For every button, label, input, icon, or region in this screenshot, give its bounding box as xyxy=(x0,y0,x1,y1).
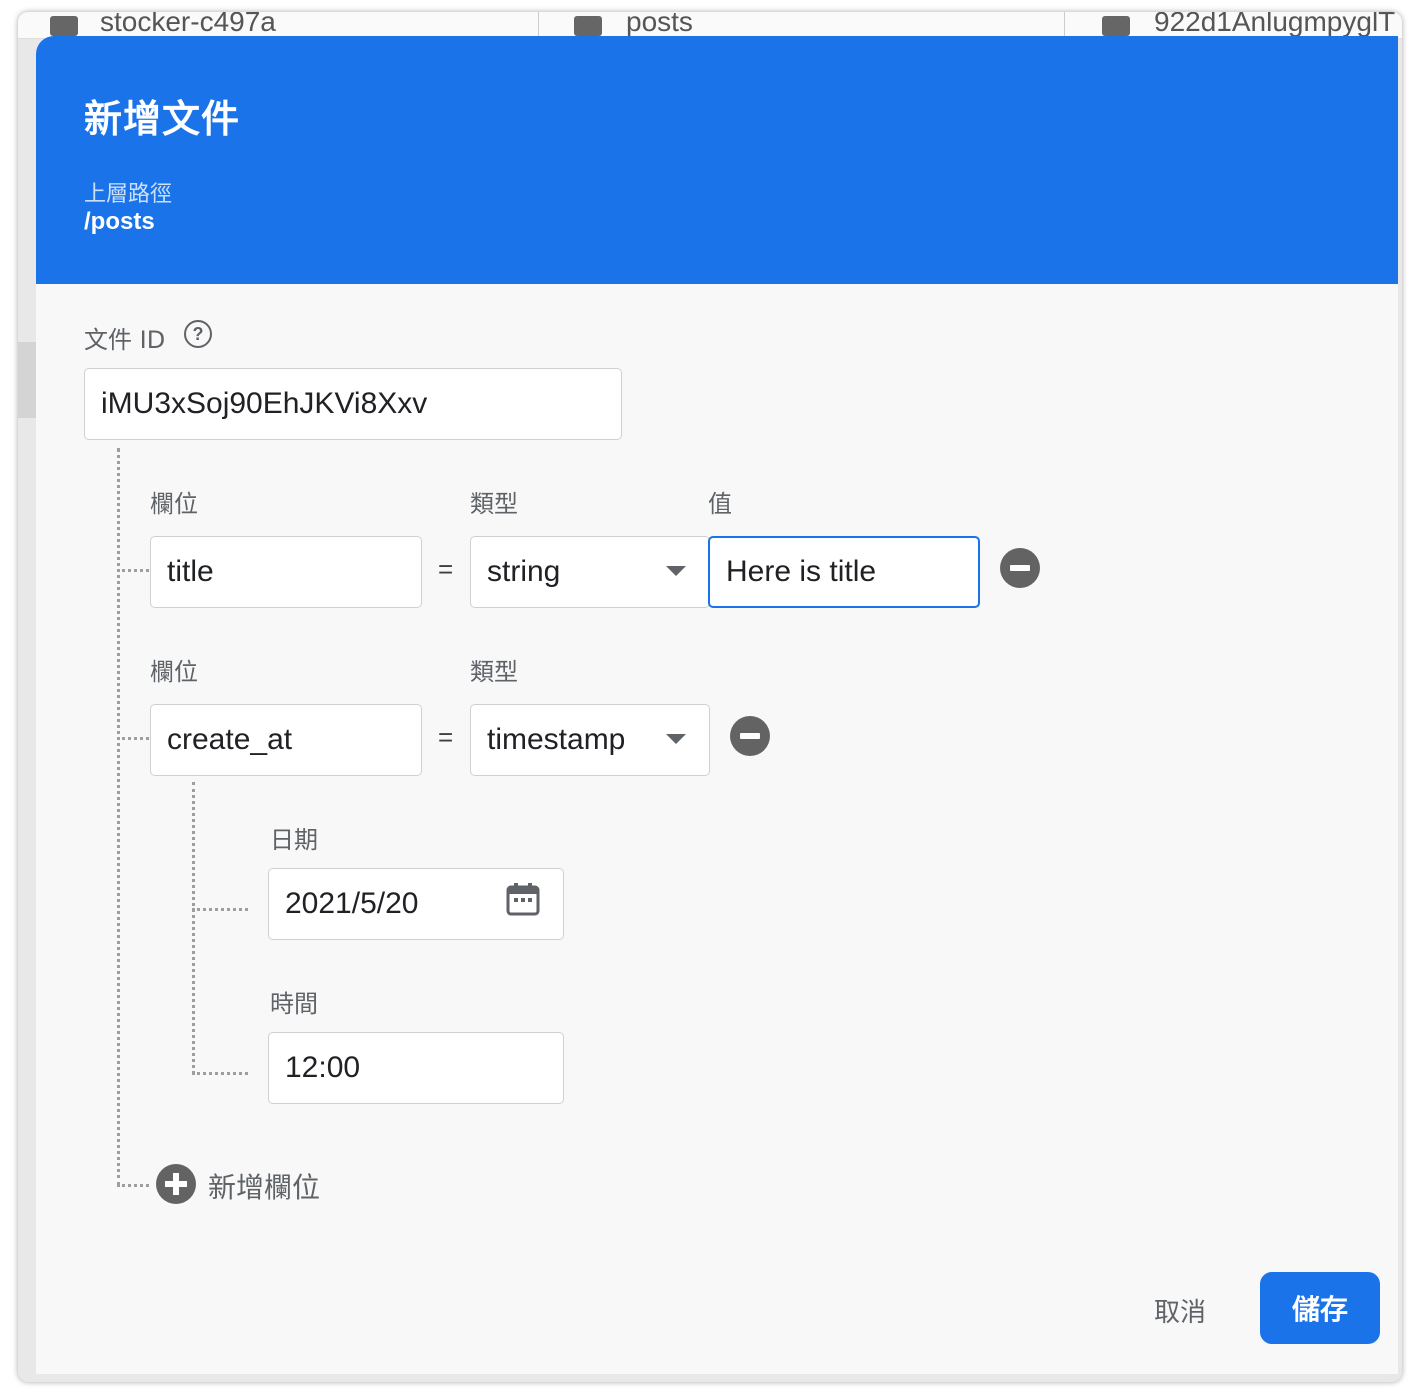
save-button[interactable]: 儲存 xyxy=(1260,1272,1380,1344)
document-icon xyxy=(1102,16,1130,36)
add-field-button[interactable]: 新增欄位 xyxy=(208,1166,320,1206)
field-label: 欄位 xyxy=(150,658,198,686)
remove-field-icon[interactable] xyxy=(730,716,770,756)
value-label: 值 xyxy=(708,490,732,518)
help-icon[interactable]: ? xyxy=(184,320,212,348)
tree-line xyxy=(192,782,195,1074)
chevron-down-icon xyxy=(666,566,686,576)
time-label: 時間 xyxy=(270,990,318,1018)
background-sidebar-highlight xyxy=(18,342,36,418)
divider xyxy=(1064,12,1065,38)
type-label: 類型 xyxy=(470,658,518,686)
doc-id-input[interactable]: iMU3xSoj90EhJKVi8Xxv xyxy=(84,368,622,440)
doc-id-label: 文件 ID xyxy=(84,326,166,354)
background-breadcrumb-bar: stocker-c497a posts 922d1AnlugmpyglT xyxy=(18,12,1402,39)
divider xyxy=(538,12,539,38)
equals-sign: = xyxy=(438,722,454,752)
add-field-icon[interactable] xyxy=(156,1164,196,1204)
calendar-icon[interactable] xyxy=(506,882,540,916)
equals-sign: = xyxy=(438,554,454,584)
database-icon xyxy=(50,16,78,36)
background-document-name: 922d1AnlugmpyglT xyxy=(1154,12,1396,37)
background-project-name: stocker-c497a xyxy=(100,12,276,37)
time-input[interactable]: 12:00 xyxy=(268,1032,564,1104)
field-name-input[interactable]: title xyxy=(150,536,422,608)
tree-branch xyxy=(117,1184,149,1187)
tree-branch xyxy=(117,737,149,740)
dialog-header: 新增文件 上層路徑 /posts xyxy=(36,36,1398,284)
dialog-title: 新增文件 xyxy=(84,97,241,141)
cancel-button[interactable]: 取消 xyxy=(1154,1292,1206,1329)
parent-path-label: 上層路徑 xyxy=(84,182,173,207)
field-label: 欄位 xyxy=(150,490,198,518)
remove-field-icon[interactable] xyxy=(1000,548,1040,588)
parent-path-value: /posts xyxy=(84,208,155,235)
tree-branch xyxy=(117,569,149,572)
field-value-input[interactable]: Here is title xyxy=(708,536,980,608)
field-type-value: timestamp xyxy=(487,723,626,756)
tree-line xyxy=(117,448,120,1186)
chevron-down-icon xyxy=(666,734,686,744)
type-label: 類型 xyxy=(470,490,518,518)
tree-branch xyxy=(192,1072,248,1075)
date-value: 2021/5/20 xyxy=(285,887,419,920)
add-document-dialog: 新增文件 上層路徑 /posts 文件 ID ? iMU3xSoj90EhJKV… xyxy=(36,36,1398,1374)
date-label: 日期 xyxy=(270,826,318,854)
tree-branch xyxy=(192,908,248,911)
field-name-input[interactable]: create_at xyxy=(150,704,422,776)
background-collection-name: posts xyxy=(626,12,693,37)
field-type-value: string xyxy=(487,555,561,588)
collection-icon xyxy=(574,16,602,36)
